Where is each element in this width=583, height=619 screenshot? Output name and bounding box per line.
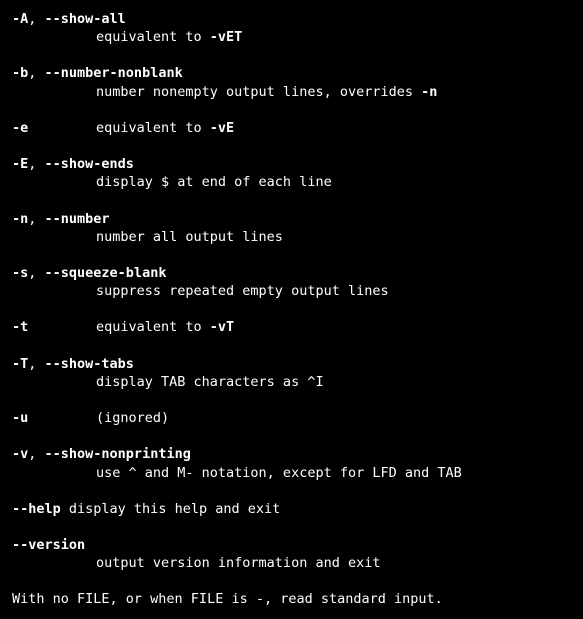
option-help: --help display this help and exit (12, 500, 573, 518)
option-desc: equivalent to -vT (96, 318, 234, 336)
option-long: --show-all (45, 11, 126, 27)
option-short: -A (12, 11, 28, 27)
option-b: -b, --number-nonblank number nonempty ou… (12, 64, 573, 100)
option-desc: output version information and exit (12, 554, 573, 572)
option-desc: display $ at end of each line (12, 173, 573, 191)
option-desc: suppress repeated empty output lines (12, 282, 573, 300)
option-long: --version (12, 537, 85, 553)
option-desc: equivalent to -vET (12, 28, 573, 46)
option-desc: display this help and exit (61, 501, 280, 517)
option-v: -v, --show-nonprinting use ^ and M- nota… (12, 445, 573, 481)
option-long: --show-tabs (45, 356, 134, 372)
option-A: -A, --show-all equivalent to -vET (12, 10, 573, 46)
option-long: --number (45, 211, 110, 227)
option-t: -t equivalent to -vT (12, 318, 573, 336)
footer-note: With no FILE, or when FILE is -, read st… (12, 590, 573, 608)
option-long: --number-nonblank (45, 65, 183, 81)
option-short: -s (12, 265, 28, 281)
option-version: --version output version information and… (12, 536, 573, 572)
option-e: -e equivalent to -vE (12, 119, 573, 137)
option-desc: display TAB characters as ^I (12, 373, 573, 391)
option-short: -n (12, 211, 28, 227)
option-s: -s, --squeeze-blank suppress repeated em… (12, 264, 573, 300)
option-desc: (ignored) (96, 409, 169, 427)
option-short: -v (12, 446, 28, 462)
option-short: -t (12, 318, 96, 336)
option-short: -u (12, 409, 96, 427)
option-n: -n, --number number all output lines (12, 210, 573, 246)
man-page-options: -A, --show-all equivalent to -vET -b, --… (12, 10, 573, 609)
option-long: --help (12, 501, 61, 517)
option-desc: use ^ and M- notation, except for LFD an… (12, 464, 573, 482)
option-short: -E (12, 156, 28, 172)
option-short: -b (12, 65, 28, 81)
option-E: -E, --show-ends display $ at end of each… (12, 155, 573, 191)
option-long: --show-nonprinting (45, 446, 191, 462)
option-desc: number nonempty output lines, overrides … (12, 83, 573, 101)
option-long: --squeeze-blank (45, 265, 167, 281)
option-short: -T (12, 356, 28, 372)
option-u: -u (ignored) (12, 409, 573, 427)
option-desc: number all output lines (12, 228, 573, 246)
option-desc: equivalent to -vE (96, 119, 234, 137)
option-long: --show-ends (45, 156, 134, 172)
option-T: -T, --show-tabs display TAB characters a… (12, 355, 573, 391)
option-short: -e (12, 119, 96, 137)
